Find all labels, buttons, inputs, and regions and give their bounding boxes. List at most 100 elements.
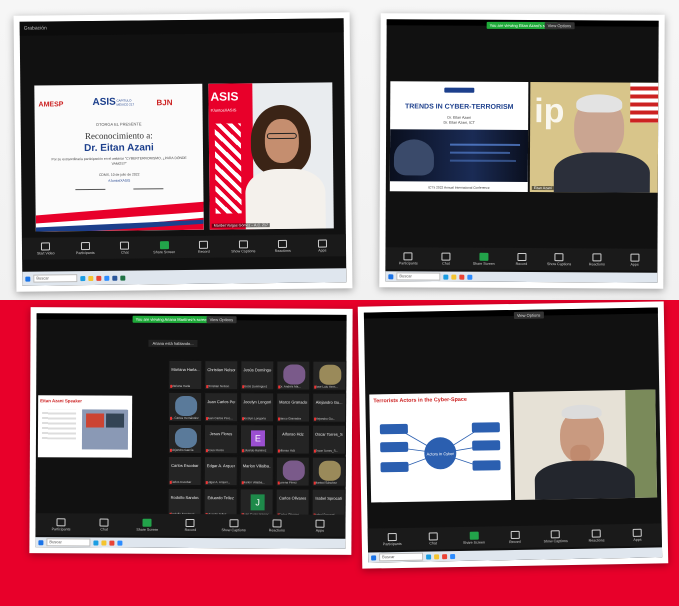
participants-button[interactable]: Participants bbox=[389, 251, 427, 265]
view-options-button[interactable]: View Options bbox=[513, 311, 544, 319]
participant-tile[interactable]: Dr. Andrés Ma... bbox=[276, 360, 311, 391]
chrome-icon[interactable] bbox=[109, 540, 115, 546]
reactions-button[interactable]: Reactions bbox=[263, 239, 303, 253]
participant-tile[interactable]: Lorena Pérez bbox=[275, 456, 310, 487]
zoom-icon[interactable] bbox=[117, 540, 123, 546]
speaker-hair bbox=[576, 94, 623, 113]
share-screen-button[interactable]: Share Screen bbox=[465, 252, 503, 265]
captions-button[interactable]: Show Captions bbox=[212, 518, 255, 532]
participant-label: Jesus Flores bbox=[206, 448, 224, 453]
share-screen-button[interactable]: Share Screen bbox=[453, 531, 494, 545]
participant-tile[interactable]: E Eduardo Ramírez bbox=[239, 424, 275, 455]
share-icon bbox=[159, 240, 169, 249]
asis-logo-sub: CAPÍTULO MÉXICO 217 bbox=[116, 98, 135, 107]
reactions-button[interactable]: Reactions bbox=[578, 252, 616, 266]
participant-tile[interactable]: Marlon Villalba... Marlon Villalba... bbox=[239, 456, 274, 487]
video-button[interactable]: Start Video bbox=[26, 241, 66, 255]
record-button[interactable]: Record bbox=[169, 518, 212, 532]
participant-tile[interactable]: Alejandro Gu... Alejandro Gu... bbox=[312, 392, 347, 423]
chrome-icon[interactable] bbox=[459, 274, 465, 280]
slide-image bbox=[389, 129, 529, 183]
view-options-button[interactable]: View Options bbox=[206, 316, 237, 324]
slide-title: Terrorists Actors in the Cyber-Space bbox=[373, 396, 467, 405]
participants-button[interactable]: Participants bbox=[39, 517, 82, 531]
apps-button[interactable]: Apps bbox=[616, 253, 654, 266]
participant-tile[interactable]: Marco Granados Marco Granados bbox=[276, 392, 311, 423]
windows-start-icon[interactable] bbox=[371, 554, 377, 560]
record-button[interactable]: Record bbox=[184, 240, 224, 253]
apps-button[interactable]: Apps bbox=[302, 239, 342, 252]
chrome-icon[interactable] bbox=[442, 553, 448, 559]
chrome-icon[interactable] bbox=[96, 275, 102, 281]
participants-button[interactable]: Participants bbox=[65, 241, 105, 255]
participant-tile[interactable]: Juan Carlos Pere... Juan Carlos Pere... bbox=[204, 392, 239, 423]
apps-button[interactable]: Apps bbox=[617, 528, 658, 542]
record-button[interactable]: Record bbox=[503, 252, 541, 266]
captions-button[interactable]: Show Captions bbox=[535, 529, 576, 543]
participant-tile[interactable]: Oscar Torres_S... Oscar Torres_S... bbox=[311, 424, 347, 455]
participant-tile[interactable]: Christian Nelson Christian Nelson bbox=[204, 360, 239, 391]
certificate-date: CDMX, 10 de julio de 2022 bbox=[98, 172, 140, 177]
folder-icon[interactable] bbox=[434, 553, 440, 559]
edge-icon[interactable] bbox=[80, 275, 86, 281]
taskbar-search-input[interactable]: Buscar bbox=[33, 274, 78, 283]
edge-icon[interactable] bbox=[93, 539, 99, 546]
record-button[interactable]: Record bbox=[494, 530, 535, 544]
word-icon[interactable] bbox=[112, 275, 118, 281]
participant-tile[interactable]: Alfonso Hdz Alfonso Hdz bbox=[275, 424, 311, 455]
chat-button[interactable]: Chat bbox=[83, 518, 126, 531]
participant-tile[interactable]: Edgar A. Arquer... Edgar A. Arquer... bbox=[203, 456, 238, 487]
chat-button[interactable]: Chat bbox=[413, 531, 454, 546]
zoom-icon[interactable] bbox=[450, 553, 456, 559]
reactions-button[interactable]: Reactions bbox=[255, 518, 298, 532]
participant-tile[interactable]: Mariana Harla... Mariana Harla bbox=[168, 359, 203, 391]
view-options-button[interactable]: View Options bbox=[544, 22, 575, 30]
share-screen-button[interactable]: Share Screen bbox=[144, 240, 184, 254]
participant-tile[interactable]: Jesus Flores Jesus Flores bbox=[203, 424, 239, 455]
chat-button[interactable]: Chat bbox=[105, 241, 145, 254]
participant-label: Dr. Andrés Ma... bbox=[279, 384, 301, 389]
participant-tile[interactable]: Alejandro García bbox=[167, 423, 203, 455]
folder-icon[interactable] bbox=[451, 274, 457, 280]
participant-tile[interactable]: Jesús Domínguez Jesús Domínguez bbox=[240, 360, 275, 391]
zoom-icon[interactable] bbox=[467, 274, 473, 280]
chat-button[interactable]: Chat bbox=[427, 252, 465, 265]
taskbar-search-input[interactable]: Buscar bbox=[379, 552, 424, 562]
windows-start-icon[interactable] bbox=[388, 273, 394, 279]
zoom-icon[interactable] bbox=[104, 275, 110, 281]
smile-icon bbox=[278, 239, 288, 248]
record-icon bbox=[516, 252, 526, 261]
participant-tile[interactable]: Marisol Sánchez bbox=[311, 456, 346, 487]
folder-icon[interactable] bbox=[88, 275, 94, 281]
share-screen-button[interactable]: Share Screen bbox=[126, 518, 169, 531]
avatar: J bbox=[250, 494, 265, 511]
taskbar-search-input[interactable]: Buscar bbox=[396, 272, 441, 281]
edge-icon[interactable] bbox=[443, 274, 449, 280]
folder-icon[interactable] bbox=[101, 540, 107, 546]
slide-footer: ICT's 2022 Annual International Conferen… bbox=[427, 185, 490, 190]
participant-tile[interactable]: L. Carlos Hernández bbox=[168, 391, 203, 423]
participants-button[interactable]: Participants bbox=[372, 532, 413, 546]
cc-icon bbox=[229, 518, 239, 527]
participant-tile[interactable]: Jocelyn Longoria Jocelyn Longoria bbox=[240, 392, 275, 423]
asis-banner-logo: ASIS bbox=[210, 89, 239, 104]
participant-tile[interactable]: Carlos Escobar Carlos Escobar bbox=[167, 455, 202, 487]
chat-icon bbox=[441, 252, 451, 261]
excel-icon[interactable] bbox=[120, 275, 126, 281]
participant-label: Edgar A. Arquer... bbox=[206, 480, 231, 485]
captions-button[interactable]: Show Captions bbox=[223, 239, 263, 253]
windows-taskbar: Buscar bbox=[35, 537, 346, 549]
windows-start-icon[interactable] bbox=[38, 539, 44, 545]
taskbar-search-input[interactable]: Buscar bbox=[46, 538, 91, 547]
muted-mic-icon bbox=[277, 449, 280, 453]
share-icon bbox=[469, 531, 479, 540]
edge-icon[interactable] bbox=[426, 553, 432, 560]
apps-button[interactable]: Apps bbox=[298, 519, 341, 532]
asis-logo: ASIS bbox=[92, 96, 116, 108]
participant-tile[interactable]: Jose Luis Hern... bbox=[312, 360, 347, 391]
windows-start-icon[interactable] bbox=[25, 276, 31, 282]
reactions-button[interactable]: Reactions bbox=[576, 528, 617, 543]
captions-button[interactable]: Show Captions bbox=[540, 252, 578, 266]
speaker-shirt bbox=[553, 152, 650, 193]
muted-mic-icon bbox=[314, 417, 317, 421]
